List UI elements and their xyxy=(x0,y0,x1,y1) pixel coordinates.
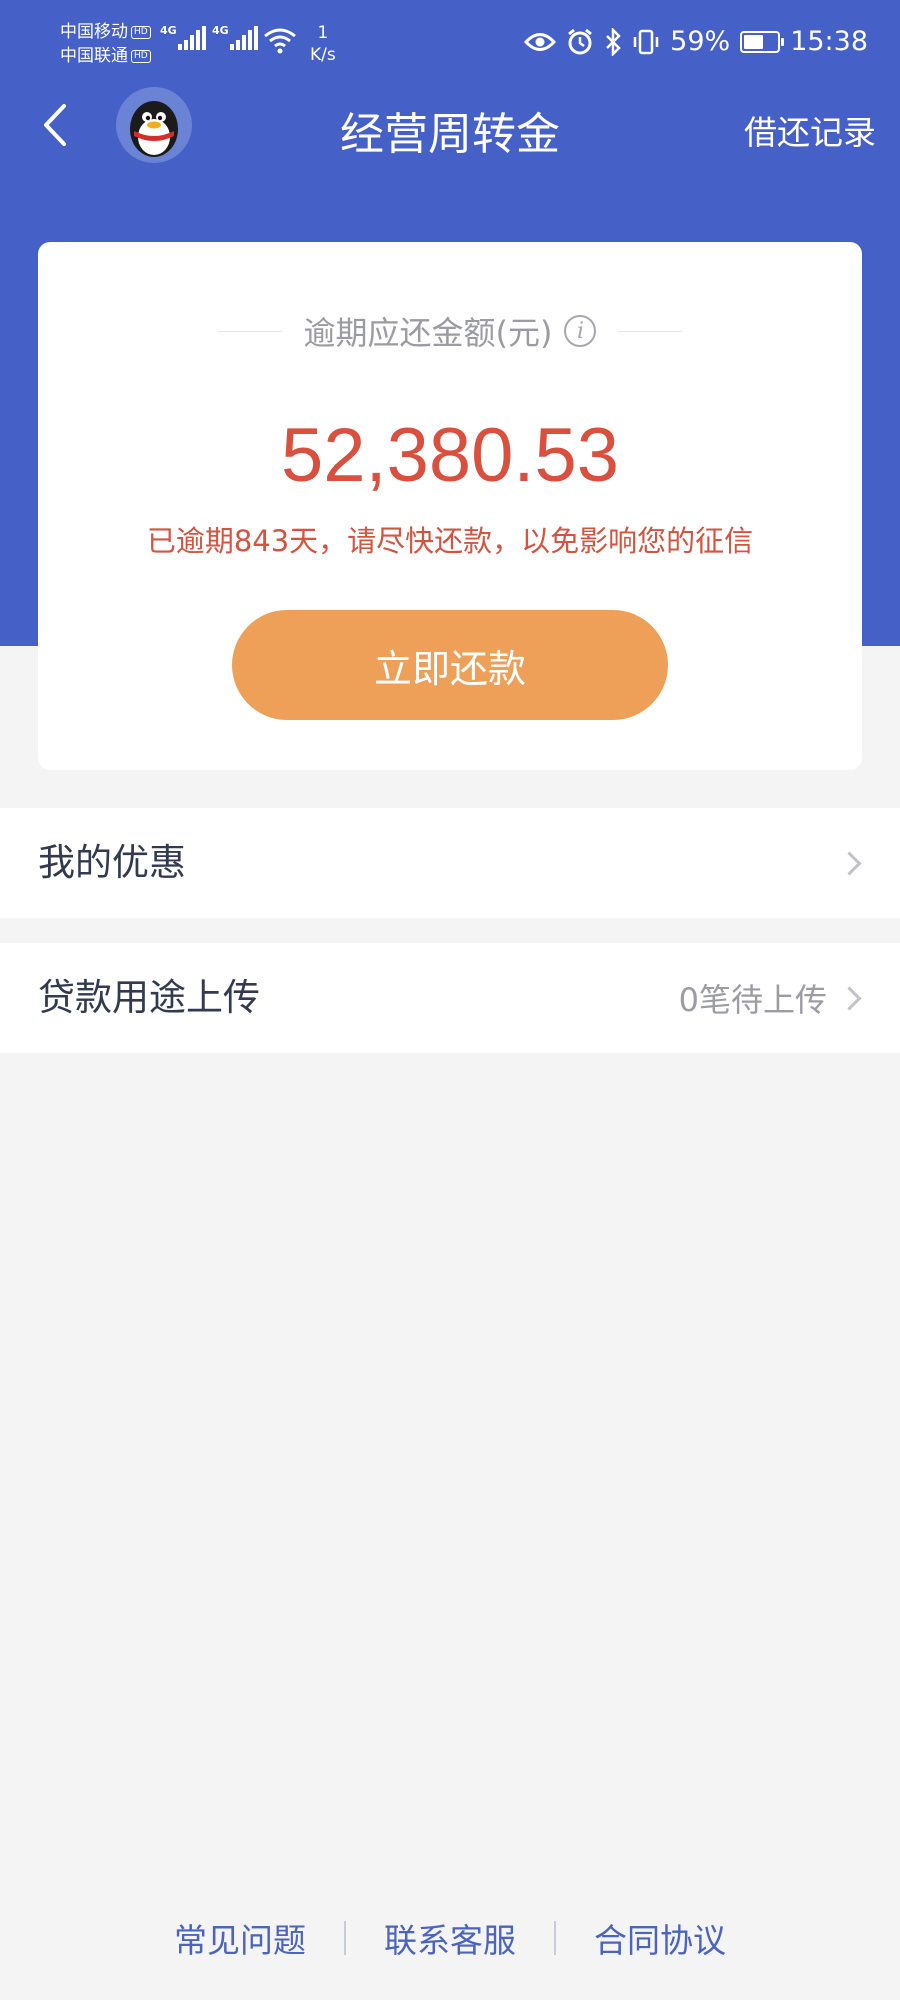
clock: 15:38 xyxy=(790,26,868,57)
divider-right xyxy=(618,330,683,332)
row-right xyxy=(827,808,864,918)
network-type-2: 4G xyxy=(212,24,229,37)
chevron-right-icon xyxy=(837,985,862,1011)
wifi-icon xyxy=(264,28,296,54)
alarm-icon xyxy=(568,28,593,54)
pending-upload-count: 0笔待上传 xyxy=(678,981,827,1019)
speed-value: 1 xyxy=(317,23,329,43)
list-item-my-offers[interactable]: 我的优惠 xyxy=(0,808,900,918)
hd-badge: HD xyxy=(131,25,151,39)
borrow-repay-records-link[interactable]: 借还记录 xyxy=(744,106,876,154)
signal-icon xyxy=(178,26,206,50)
row-right: 0笔待上传 xyxy=(679,943,864,1053)
bluetooth-icon xyxy=(606,27,621,56)
chevron-right-icon xyxy=(837,850,862,876)
footer-divider xyxy=(554,1921,556,1955)
row-label: 我的优惠 xyxy=(38,841,186,884)
info-icon[interactable]: i xyxy=(564,315,597,347)
row-label: 贷款用途上传 xyxy=(38,976,260,1019)
overdue-card: 逾期应还金额(元) i 52,380.53 已逾期843天，请尽快还款，以免影响… xyxy=(38,242,862,770)
footer-links: 常见问题 联系客服 合同协议 xyxy=(0,1914,900,1962)
battery-percent: 59% xyxy=(670,26,731,57)
contract-agreement-link[interactable]: 合同协议 xyxy=(594,1914,726,1962)
network-speed: 1 K/s xyxy=(310,22,336,66)
amount-label: 逾期应还金额(元) xyxy=(303,314,553,352)
list-item-loan-purpose-upload[interactable]: 贷款用途上传 0笔待上传 xyxy=(0,943,900,1053)
network-type-1: 4G xyxy=(160,24,177,37)
signal-icon xyxy=(230,26,258,50)
battery-icon xyxy=(740,30,785,53)
carrier-1: 中国移动 xyxy=(60,22,128,42)
overdue-message: 已逾期843天，请尽快还款，以免影响您的征信 xyxy=(146,524,754,558)
status-right: 59% 15:38 xyxy=(524,26,868,57)
status-bar: 中国移动 HD 中国联通 HD 4G 4G 1 K/s 59% 15:38 xyxy=(0,0,900,90)
hd-badge: HD xyxy=(131,49,151,63)
carrier-2: 中国联通 xyxy=(60,46,128,66)
carrier-info: 中国移动 HD 中国联通 HD xyxy=(60,20,151,68)
footer-divider xyxy=(344,1921,346,1955)
speed-unit: K/s xyxy=(310,45,336,65)
amount-label-row: 逾期应还金额(元) i xyxy=(38,308,862,354)
divider-left xyxy=(217,330,282,332)
contact-support-link[interactable]: 联系客服 xyxy=(384,1914,516,1962)
repay-now-button[interactable]: 立即还款 xyxy=(232,610,668,720)
eye-icon xyxy=(524,32,557,51)
faq-link[interactable]: 常见问题 xyxy=(174,1914,306,1962)
overdue-amount: 52,380.53 xyxy=(280,413,620,498)
vibrate-icon xyxy=(633,29,659,54)
